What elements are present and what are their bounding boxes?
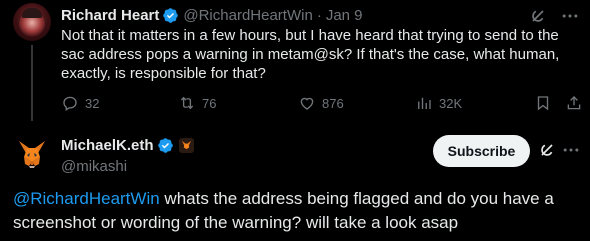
share-button[interactable]	[565, 94, 583, 112]
bookmark-icon	[537, 96, 549, 111]
like-icon	[300, 97, 314, 110]
retweet-button[interactable]: 76	[178, 94, 216, 112]
affiliate-badge-icon[interactable]	[178, 138, 194, 153]
retweet-count: 76	[202, 95, 217, 111]
author-name[interactable]: Richard Heart	[61, 7, 159, 24]
tweet-reply[interactable]: MichaelK.eth @mikashi Subscribe @Richard…	[0, 124, 590, 241]
tweet-original[interactable]: Richard Heart @RichardHeartWin · Jan 9 N…	[0, 0, 590, 121]
reply-author-avatar[interactable]	[13, 135, 51, 173]
grok-icon[interactable]	[528, 6, 548, 26]
views-count: 32K	[439, 95, 463, 111]
like-button[interactable]: 876	[298, 94, 344, 112]
reply-author-name[interactable]: MichaelK.eth	[61, 137, 154, 154]
bookmark-button[interactable]	[534, 94, 552, 112]
views-button[interactable]: 32K	[415, 94, 462, 112]
mention-link[interactable]: @RichardHeartWin	[13, 189, 160, 208]
reply-text: @RichardHeartWin whats the address being…	[13, 187, 583, 235]
thread-connector-line	[31, 45, 33, 121]
more-icon[interactable]	[561, 140, 581, 160]
tweet-date[interactable]: Jan 9	[326, 7, 363, 24]
tweet-actions: 32 76 876 32K	[61, 93, 585, 113]
author-handle[interactable]: @RichardHeartWin	[183, 7, 312, 24]
reply-header: MichaelK.eth	[61, 137, 194, 154]
share-icon	[567, 96, 581, 110]
reply-author-handle[interactable]: @mikashi	[61, 158, 127, 175]
tweet-text: Not that it matters in a few hours, but …	[61, 27, 560, 82]
reply-button[interactable]: 32	[61, 94, 99, 112]
grok-icon[interactable]	[537, 140, 557, 160]
more-icon[interactable]	[560, 6, 580, 26]
views-icon	[418, 97, 431, 109]
separator-dot: ·	[316, 6, 322, 24]
author-avatar[interactable]	[13, 3, 51, 41]
like-count: 876	[322, 95, 344, 111]
reply-count: 32	[85, 95, 100, 111]
verified-badge-icon	[163, 7, 179, 23]
subscribe-button[interactable]: Subscribe	[433, 135, 530, 167]
retweet-icon	[180, 96, 194, 110]
tweet-header: Richard Heart @RichardHeartWin · Jan 9	[61, 5, 363, 25]
reply-icon	[63, 96, 77, 112]
metamask-fox-icon	[19, 141, 45, 168]
verified-badge-icon	[157, 138, 173, 153]
